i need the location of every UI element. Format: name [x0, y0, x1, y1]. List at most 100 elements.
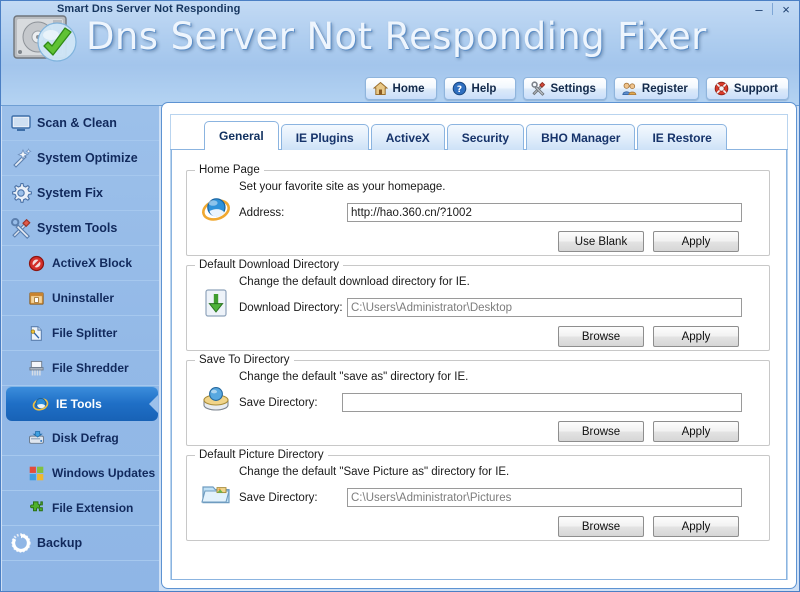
minimize-button[interactable]: –: [746, 2, 772, 17]
shredder-icon: [29, 360, 44, 375]
group-description: Change the default "save as" directory f…: [239, 371, 469, 383]
download-directory-label: Download Directory:: [239, 302, 343, 314]
house-icon: [372, 81, 388, 95]
tab-security[interactable]: Security: [446, 124, 525, 150]
tab-strip: General IE Plugins ActiveX Security BHO …: [204, 121, 729, 150]
sidebar-item-system-optimize[interactable]: System Optimize: [2, 141, 159, 176]
settings-button-label: Settings: [550, 82, 596, 95]
register-button[interactable]: Register: [613, 77, 699, 100]
close-button[interactable]: ×: [773, 2, 799, 17]
sidebar-item-label: System Optimize: [37, 151, 138, 165]
backup-icon: [11, 533, 31, 553]
hard-disk-check-icon: [13, 15, 77, 62]
group-default-download-directory: Default Download Directory Change the de…: [186, 259, 770, 351]
windows-update-icon: [29, 466, 44, 480]
sidebar-item-system-tools[interactable]: System Tools: [2, 211, 159, 246]
download-directory-input[interactable]: [347, 298, 742, 317]
app-header: Smart Dns Server Not Responding – × Dns …: [1, 1, 799, 106]
save-directory-label: Save Directory:: [239, 397, 318, 409]
browse-button[interactable]: Browse: [558, 516, 644, 537]
support-button-label: Support: [733, 82, 778, 95]
sidebar-item-system-fix[interactable]: System Fix: [2, 176, 159, 211]
help-button[interactable]: ? Help: [443, 77, 516, 100]
sidebar-item-scan-clean[interactable]: Scan & Clean: [2, 106, 159, 141]
group-title: Default Picture Directory: [195, 449, 328, 461]
sidebar-item-label: Windows Updates: [52, 466, 156, 480]
uninstall-box-icon: [29, 291, 44, 305]
sidebar-item-file-extension[interactable]: File Extension: [2, 491, 159, 526]
file-split-icon: [30, 325, 42, 341]
sidebar-item-label: File Splitter: [52, 326, 118, 340]
toolbar: Home ? Help Settings Register Support: [364, 77, 789, 100]
sidebar-item-uninstaller[interactable]: Uninstaller: [2, 281, 159, 316]
tab-ie-restore[interactable]: IE Restore: [637, 124, 727, 150]
group-home-page: Home Page Set your favorite site as your…: [186, 164, 770, 256]
tab-general[interactable]: General: [204, 121, 279, 150]
home-button-label: Home: [392, 82, 425, 95]
help-button-label: Help: [471, 82, 497, 95]
sidebar-item-label: Backup: [37, 536, 83, 550]
ie-browser-icon: [202, 198, 230, 221]
save-disk-icon: [203, 387, 229, 411]
save-directory-label: Save Directory:: [239, 492, 318, 504]
tools-icon: [10, 217, 31, 239]
question-circle-icon: ?: [452, 81, 466, 96]
apply-button[interactable]: Apply: [653, 516, 739, 537]
ie-browser-icon: [32, 397, 49, 411]
sidebar-item-label: Scan & Clean: [37, 116, 117, 130]
sidebar-item-file-splitter[interactable]: File Splitter: [2, 316, 159, 351]
svg-text:?: ?: [456, 85, 461, 95]
apply-button[interactable]: Apply: [653, 231, 739, 252]
address-input[interactable]: [347, 203, 742, 222]
gear-icon: [12, 182, 32, 203]
puzzle-icon: [30, 500, 43, 511]
sidebar-item-label: Uninstaller: [52, 291, 115, 305]
sidebar-item-file-shredder[interactable]: File Shredder: [2, 351, 159, 386]
sidebar-item-windows-updates[interactable]: Windows Updates: [2, 456, 159, 491]
sidebar-filler: [2, 561, 159, 591]
tab-activex[interactable]: ActiveX: [370, 124, 445, 150]
group-save-to-directory: Save To Directory Change the default "sa…: [186, 354, 770, 446]
save-directory-input[interactable]: [342, 393, 742, 412]
sidebar: Scan & Clean System Optimize System Fix: [2, 106, 159, 591]
picture-folder-icon: [201, 486, 230, 504]
group-description: Change the default "Save Picture as" dir…: [239, 466, 510, 478]
lifebuoy-icon: [714, 81, 729, 96]
browse-button[interactable]: Browse: [558, 421, 644, 442]
disk-defrag-icon: [29, 430, 44, 444]
group-title: Default Download Directory: [195, 259, 343, 271]
use-blank-button[interactable]: Use Blank: [558, 231, 644, 252]
sidebar-item-backup[interactable]: Backup: [2, 526, 159, 561]
home-button[interactable]: Home: [364, 77, 437, 100]
main-panel: General IE Plugins ActiveX Security BHO …: [161, 102, 797, 589]
page-title: Dns Server Not Responding Fixer: [86, 15, 707, 58]
apply-button[interactable]: Apply: [653, 326, 739, 347]
settings-button[interactable]: Settings: [522, 77, 607, 100]
sidebar-item-label: File Shredder: [52, 361, 129, 375]
monitor-icon: [11, 115, 31, 131]
users-icon: [622, 82, 637, 95]
sidebar-item-label: ActiveX Block: [52, 256, 133, 270]
group-default-picture-directory: Default Picture Directory Change the def…: [186, 449, 770, 541]
window-title: Smart Dns Server Not Responding: [57, 3, 241, 15]
sidebar-item-label: IE Tools: [56, 396, 102, 411]
address-label: Address:: [239, 207, 285, 219]
group-title: Save To Directory: [195, 354, 294, 366]
tab-bho-manager[interactable]: BHO Manager: [526, 124, 636, 150]
group-description: Change the default download directory fo…: [239, 276, 470, 288]
browse-button[interactable]: Browse: [558, 326, 644, 347]
sidebar-item-label: File Extension: [52, 501, 134, 515]
sidebar-item-disk-defrag[interactable]: Disk Defrag: [2, 421, 159, 456]
tools-icon: [530, 81, 545, 96]
picture-save-directory-input[interactable]: [347, 488, 742, 507]
no-entry-icon: [28, 255, 45, 271]
sidebar-item-ie-tools[interactable]: IE Tools: [6, 386, 158, 421]
apply-button[interactable]: Apply: [653, 421, 739, 442]
magic-wand-icon: [13, 148, 32, 168]
group-title: Home Page: [195, 164, 264, 176]
tab-content-general: Home Page Set your favorite site as your…: [171, 150, 787, 580]
sidebar-item-activex-block[interactable]: ActiveX Block: [2, 246, 159, 281]
support-button[interactable]: Support: [705, 77, 789, 100]
register-button-label: Register: [641, 82, 688, 95]
tab-ie-plugins[interactable]: IE Plugins: [280, 124, 369, 150]
